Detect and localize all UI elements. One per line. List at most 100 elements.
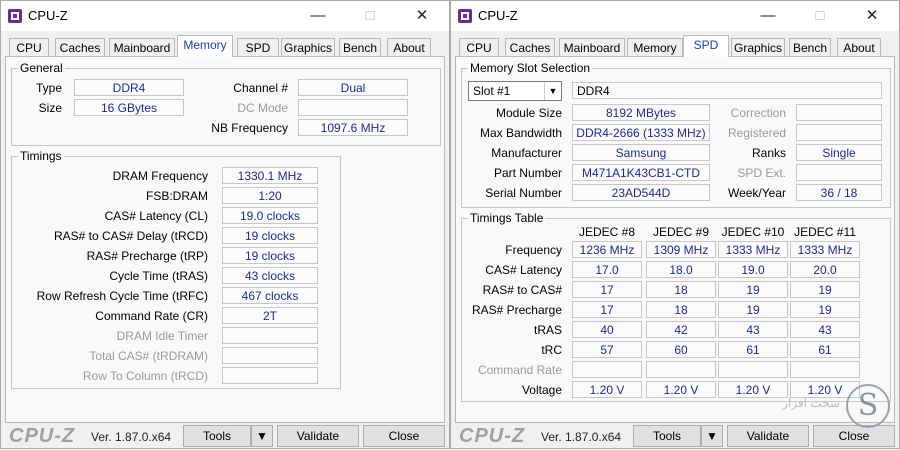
timing-table-cell bbox=[790, 361, 860, 378]
timing-table-cell: 40 bbox=[572, 321, 642, 338]
watermark-text: سخت افزار bbox=[782, 396, 840, 410]
slot-type-value: DDR4 bbox=[572, 82, 882, 99]
timing-table-cell: 17 bbox=[572, 281, 642, 298]
tools-dropdown-button[interactable]: ▼ bbox=[701, 425, 723, 447]
tab-graphics[interactable]: Graphics bbox=[281, 38, 335, 56]
tools-button[interactable]: Tools bbox=[183, 425, 251, 447]
timing-table-cell: 1.20 V bbox=[718, 381, 788, 398]
timing-table-cell: 61 bbox=[790, 341, 860, 358]
tab-cpu[interactable]: CPU bbox=[9, 38, 49, 56]
spd-ext-label: SPD Ext. bbox=[737, 166, 786, 180]
slot-select[interactable]: Slot #1 ▼ bbox=[468, 81, 562, 101]
timing-value: 1:20 bbox=[222, 187, 318, 204]
timing-table-cell: 43 bbox=[718, 321, 788, 338]
maximize-button[interactable]: □ bbox=[347, 1, 393, 31]
module-size-label: Module Size bbox=[495, 106, 562, 120]
jedec-column-header: JEDEC #10 bbox=[721, 225, 785, 239]
tab-mainboard[interactable]: Mainboard bbox=[109, 38, 175, 56]
part-number-value: M471A1K43CB1-CTD bbox=[572, 164, 710, 181]
general-group: General Type DDR4 Size 16 GBytes Channel… bbox=[11, 61, 441, 146]
jedec-column-header: JEDEC #11 bbox=[794, 225, 856, 239]
timing-table-cell: 19 bbox=[790, 301, 860, 318]
tab-memory[interactable]: Memory bbox=[627, 38, 683, 56]
timings-group-label: Timings bbox=[18, 149, 64, 163]
timing-table-cell bbox=[572, 361, 642, 378]
timing-table-row-label: tRAS bbox=[533, 323, 562, 337]
timing-table-cell: 43 bbox=[790, 321, 860, 338]
timing-table-cell: 61 bbox=[718, 341, 788, 358]
timing-value bbox=[222, 347, 318, 364]
title-bar: CPU-Z — □ ✕ bbox=[1, 1, 449, 31]
registered-label: Registered bbox=[727, 126, 786, 140]
timing-table-row-label: Frequency bbox=[505, 243, 562, 257]
timing-value: 1330.1 MHz bbox=[222, 167, 318, 184]
close-window-button[interactable]: ✕ bbox=[849, 1, 895, 31]
timing-table-cell: 57 bbox=[572, 341, 642, 358]
spd-page: Memory Slot Selection Slot #1 ▼ DDR4 Mod… bbox=[455, 56, 895, 423]
tools-dropdown-button[interactable]: ▼ bbox=[251, 425, 273, 447]
dc-mode-label: DC Mode bbox=[237, 101, 288, 115]
timing-table-row-label: RAS# to CAS# bbox=[482, 283, 562, 297]
module-size-value: 8192 MBytes bbox=[572, 104, 710, 121]
nb-frequency-value: 1097.6 MHz bbox=[298, 119, 408, 136]
tab-graphics[interactable]: Graphics bbox=[731, 38, 785, 56]
size-label: Size bbox=[38, 101, 62, 115]
tab-spd[interactable]: SPD bbox=[683, 35, 729, 57]
registered-value bbox=[796, 124, 882, 141]
timing-table-cell: 19.0 bbox=[718, 261, 788, 278]
timing-table-cell: 18 bbox=[646, 281, 716, 298]
tab-bench[interactable]: Bench bbox=[339, 38, 381, 56]
timing-table-row-label: tRC bbox=[541, 343, 562, 357]
minimize-button[interactable]: — bbox=[295, 1, 341, 31]
tab-memory[interactable]: Memory bbox=[177, 35, 233, 57]
validate-button[interactable]: Validate bbox=[727, 425, 809, 447]
timing-value: 19 clocks bbox=[222, 247, 318, 264]
timing-table-cell: 19 bbox=[718, 301, 788, 318]
memory-slot-group-label: Memory Slot Selection bbox=[468, 61, 593, 75]
tab-spd[interactable]: SPD bbox=[237, 38, 279, 56]
tab-caches[interactable]: Caches bbox=[55, 38, 105, 56]
tab-mainboard[interactable]: Mainboard bbox=[559, 38, 625, 56]
maximize-button[interactable]: □ bbox=[797, 1, 843, 31]
tools-button[interactable]: Tools bbox=[633, 425, 701, 447]
timing-value bbox=[222, 367, 318, 384]
timing-table-cell: 1333 MHz bbox=[718, 241, 788, 258]
close-window-button[interactable]: ✕ bbox=[399, 1, 445, 31]
tab-about[interactable]: About bbox=[387, 38, 431, 56]
timing-table-cell: 42 bbox=[646, 321, 716, 338]
max-bandwidth-label: Max Bandwidth bbox=[479, 126, 562, 140]
timing-table-row-label: Command Rate bbox=[477, 363, 562, 377]
timing-label: FSB:DRAM bbox=[145, 189, 208, 203]
tab-cpu[interactable]: CPU bbox=[459, 38, 499, 56]
cpuz-app-icon bbox=[8, 9, 22, 23]
memory-slot-group: Memory Slot Selection Slot #1 ▼ DDR4 Mod… bbox=[461, 61, 891, 208]
tab-caches[interactable]: Caches bbox=[505, 38, 555, 56]
timing-table-cell: 17.0 bbox=[572, 261, 642, 278]
window-title: CPU-Z bbox=[478, 8, 518, 23]
timing-value: 467 clocks bbox=[222, 287, 318, 304]
footer-bar: CPU-Z Ver. 1.87.0.x64 Tools ▼ Validate C… bbox=[451, 423, 899, 450]
timing-label: DRAM Idle Timer bbox=[116, 329, 208, 343]
tab-about[interactable]: About bbox=[837, 38, 881, 56]
minimize-button[interactable]: — bbox=[745, 1, 791, 31]
timing-table-cell: 19 bbox=[790, 281, 860, 298]
timing-table-cell: 17 bbox=[572, 301, 642, 318]
timing-label: Cycle Time (tRAS) bbox=[109, 269, 208, 283]
close-button[interactable]: Close bbox=[363, 425, 445, 447]
timing-table-cell: 20.0 bbox=[790, 261, 860, 278]
validate-button[interactable]: Validate bbox=[277, 425, 359, 447]
size-value: 16 GBytes bbox=[74, 99, 184, 116]
timing-table-row-label: Voltage bbox=[521, 383, 562, 397]
tab-bench[interactable]: Bench bbox=[789, 38, 831, 56]
serial-number-label: Serial Number bbox=[485, 186, 562, 200]
timing-table-cell: 60 bbox=[646, 341, 716, 358]
channel-value: Dual bbox=[298, 79, 408, 96]
close-button[interactable]: Close bbox=[813, 425, 895, 447]
timing-value: 19 clocks bbox=[222, 227, 318, 244]
window-title: CPU-Z bbox=[28, 8, 68, 23]
ranks-value: Single bbox=[796, 144, 882, 161]
footer-bar: CPU-Z Ver. 1.87.0.x64 Tools ▼ Validate C… bbox=[1, 423, 449, 450]
version-text: Ver. 1.87.0.x64 bbox=[91, 430, 172, 444]
tab-bar: CPU Caches Mainboard Memory SPD Graphics… bbox=[455, 35, 895, 57]
week-year-label: Week/Year bbox=[727, 186, 786, 200]
